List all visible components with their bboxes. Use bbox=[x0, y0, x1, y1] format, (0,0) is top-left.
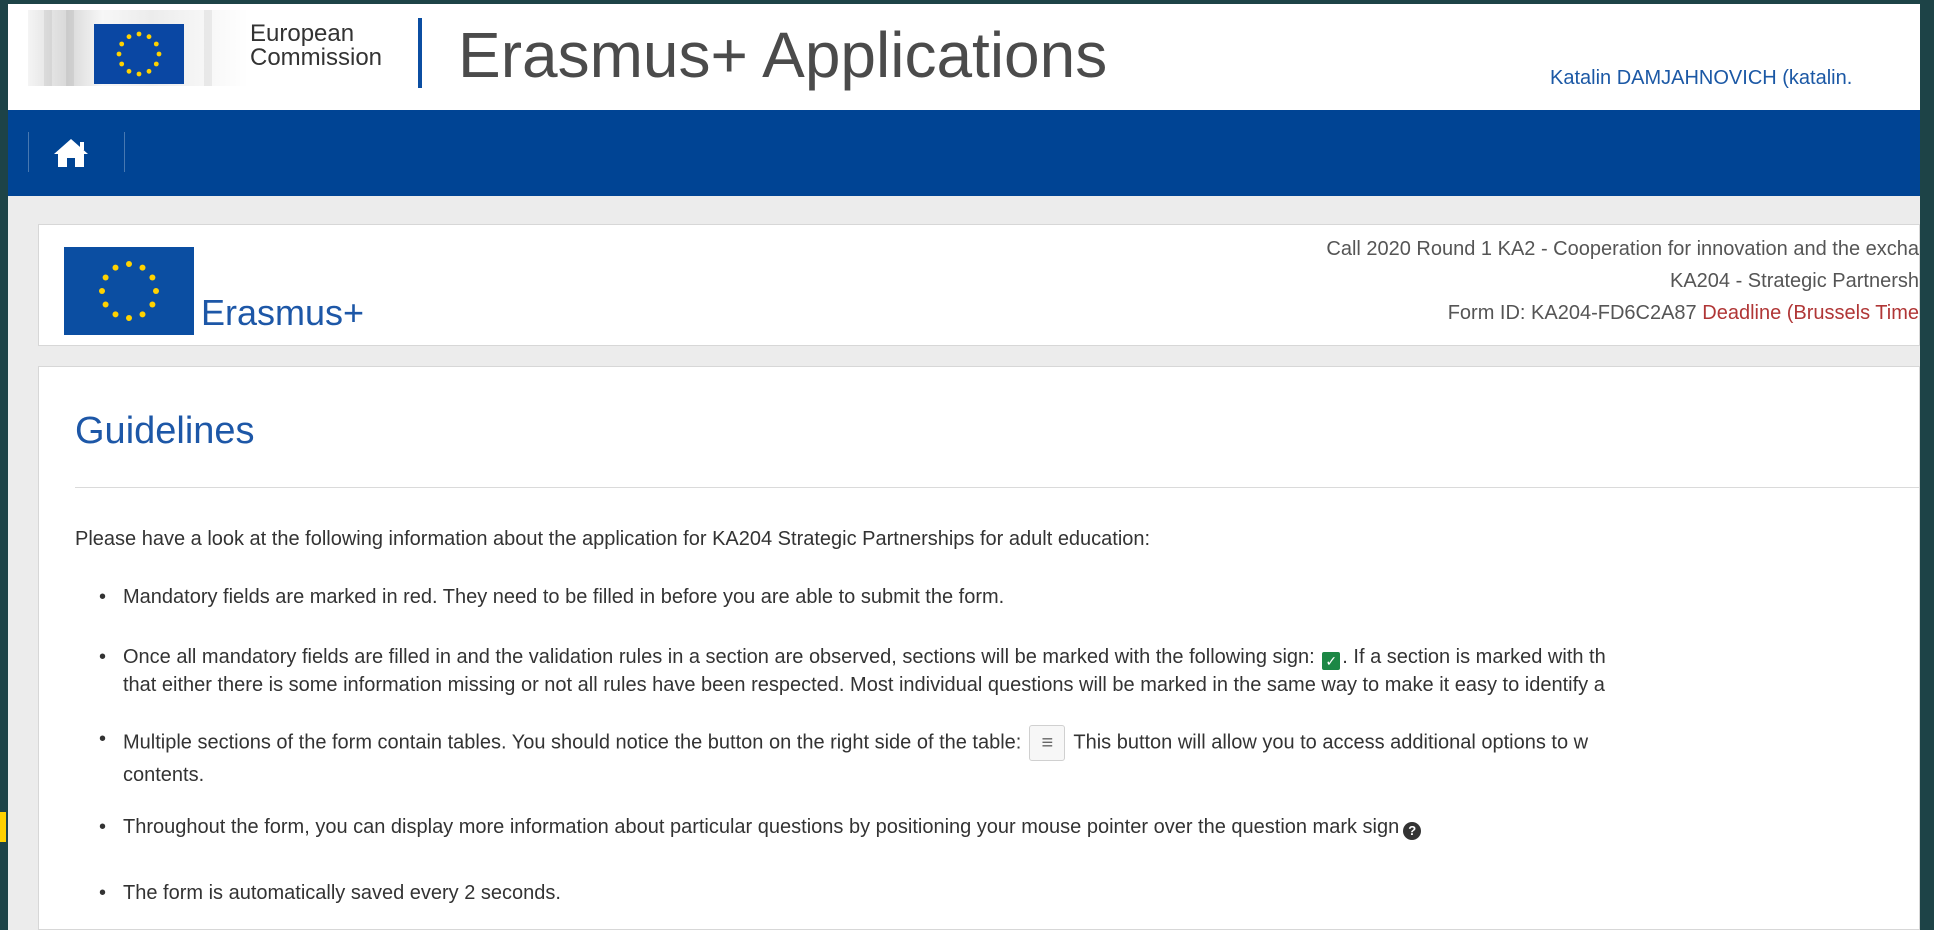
validation-guideline-before-check: Once all mandatory fields are filled in … bbox=[123, 646, 1321, 668]
logo-stripe bbox=[66, 10, 74, 86]
guideline-item: Throughout the form, you can display mor… bbox=[99, 813, 1919, 843]
tables-guideline-second-line: contents. bbox=[123, 764, 205, 781]
nav-separator-right bbox=[124, 132, 125, 172]
programme-name: Erasmus+ bbox=[201, 292, 365, 333]
top-header: European Commission Erasmus+ Application… bbox=[8, 4, 1920, 110]
header-separator bbox=[418, 18, 422, 88]
organization-line-1: European bbox=[250, 20, 355, 47]
nav-separator-left bbox=[28, 132, 29, 172]
validation-guideline-after-check: . If a section is marked with th bbox=[1342, 646, 1606, 668]
screen-frame: European Commission Erasmus+ Application… bbox=[0, 0, 1934, 930]
page-title: Guidelines bbox=[75, 410, 255, 452]
main-navigation-bar bbox=[8, 110, 1920, 196]
autosave-guideline: The form is automatically saved every 2 … bbox=[123, 882, 561, 904]
logo-stripe bbox=[44, 10, 52, 86]
guideline-item: The form is automatically saved every 2 … bbox=[99, 879, 1919, 909]
validation-guideline-second-line: that either there is some information mi… bbox=[123, 674, 1605, 696]
tables-guideline-before-button: Multiple sections of the form contain ta… bbox=[123, 731, 1022, 754]
guideline-item: Once all mandatory fields are filled in … bbox=[99, 643, 1919, 699]
guidelines-panel: Guidelines Please have a look at the fol… bbox=[38, 366, 1920, 930]
validation-guideline: Once all mandatory fields are filled in … bbox=[99, 643, 1919, 699]
help-guideline-text: Throughout the form, you can display mor… bbox=[123, 816, 1400, 838]
action-line: KA204 - Strategic Partnersh bbox=[1669, 270, 1919, 292]
application-info-panel: Erasmus+ Call 2020 Round 1 KA2 - Coopera… bbox=[38, 224, 1920, 346]
home-button[interactable] bbox=[46, 134, 96, 172]
form-id: Form ID: KA204-FD6C2A87 bbox=[1447, 302, 1697, 324]
check-icon: ✓ bbox=[1322, 652, 1341, 670]
guideline-item: Multiple sections of the form contain ta… bbox=[99, 725, 1919, 781]
form-id-line: Form ID: KA204-FD6C2A87 Deadline (Brusse… bbox=[1199, 297, 1919, 329]
application-title: Erasmus+ Applications bbox=[458, 19, 1108, 91]
logo-stripe bbox=[204, 10, 212, 86]
deadline-label: Deadline (Brussels Time bbox=[1702, 302, 1919, 324]
home-icon bbox=[54, 139, 88, 167]
organization-name: European Commission bbox=[250, 22, 382, 70]
table-options-button[interactable]: ≡ bbox=[1029, 725, 1066, 761]
tables-guideline: Multiple sections of the form contain ta… bbox=[99, 725, 1919, 781]
title-divider bbox=[75, 487, 1919, 488]
guidelines-introduction: Please have a look at the following info… bbox=[75, 528, 1151, 550]
call-line: Call 2020 Round 1 KA2 - Cooperation for … bbox=[1326, 238, 1919, 260]
european-commission-logo bbox=[28, 10, 248, 86]
tables-guideline-after-button: This button will allow you to access add… bbox=[1073, 731, 1589, 754]
help-guideline: Throughout the form, you can display mor… bbox=[99, 813, 1919, 841]
mandatory-fields-guideline: Mandatory fields are marked in red. They… bbox=[123, 586, 1005, 608]
question-mark-icon: ? bbox=[1403, 822, 1422, 840]
guideline-item: Mandatory fields are marked in red. They… bbox=[99, 583, 1919, 613]
left-accent-marker bbox=[0, 812, 6, 842]
menu-icon: ≡ bbox=[1041, 732, 1054, 754]
eu-stars-icon bbox=[116, 31, 162, 77]
eu-flag-icon bbox=[94, 24, 184, 84]
application-window: European Commission Erasmus+ Application… bbox=[8, 4, 1920, 930]
organization-line-2: Commission bbox=[250, 44, 383, 71]
call-information: Call 2020 Round 1 KA2 - Cooperation for … bbox=[1199, 233, 1919, 329]
eu-stars-icon bbox=[99, 261, 159, 321]
erasmus-flag-icon bbox=[64, 247, 194, 335]
current-user-link[interactable]: Katalin DAMJAHNOVICH (katalin. bbox=[1550, 66, 1920, 90]
